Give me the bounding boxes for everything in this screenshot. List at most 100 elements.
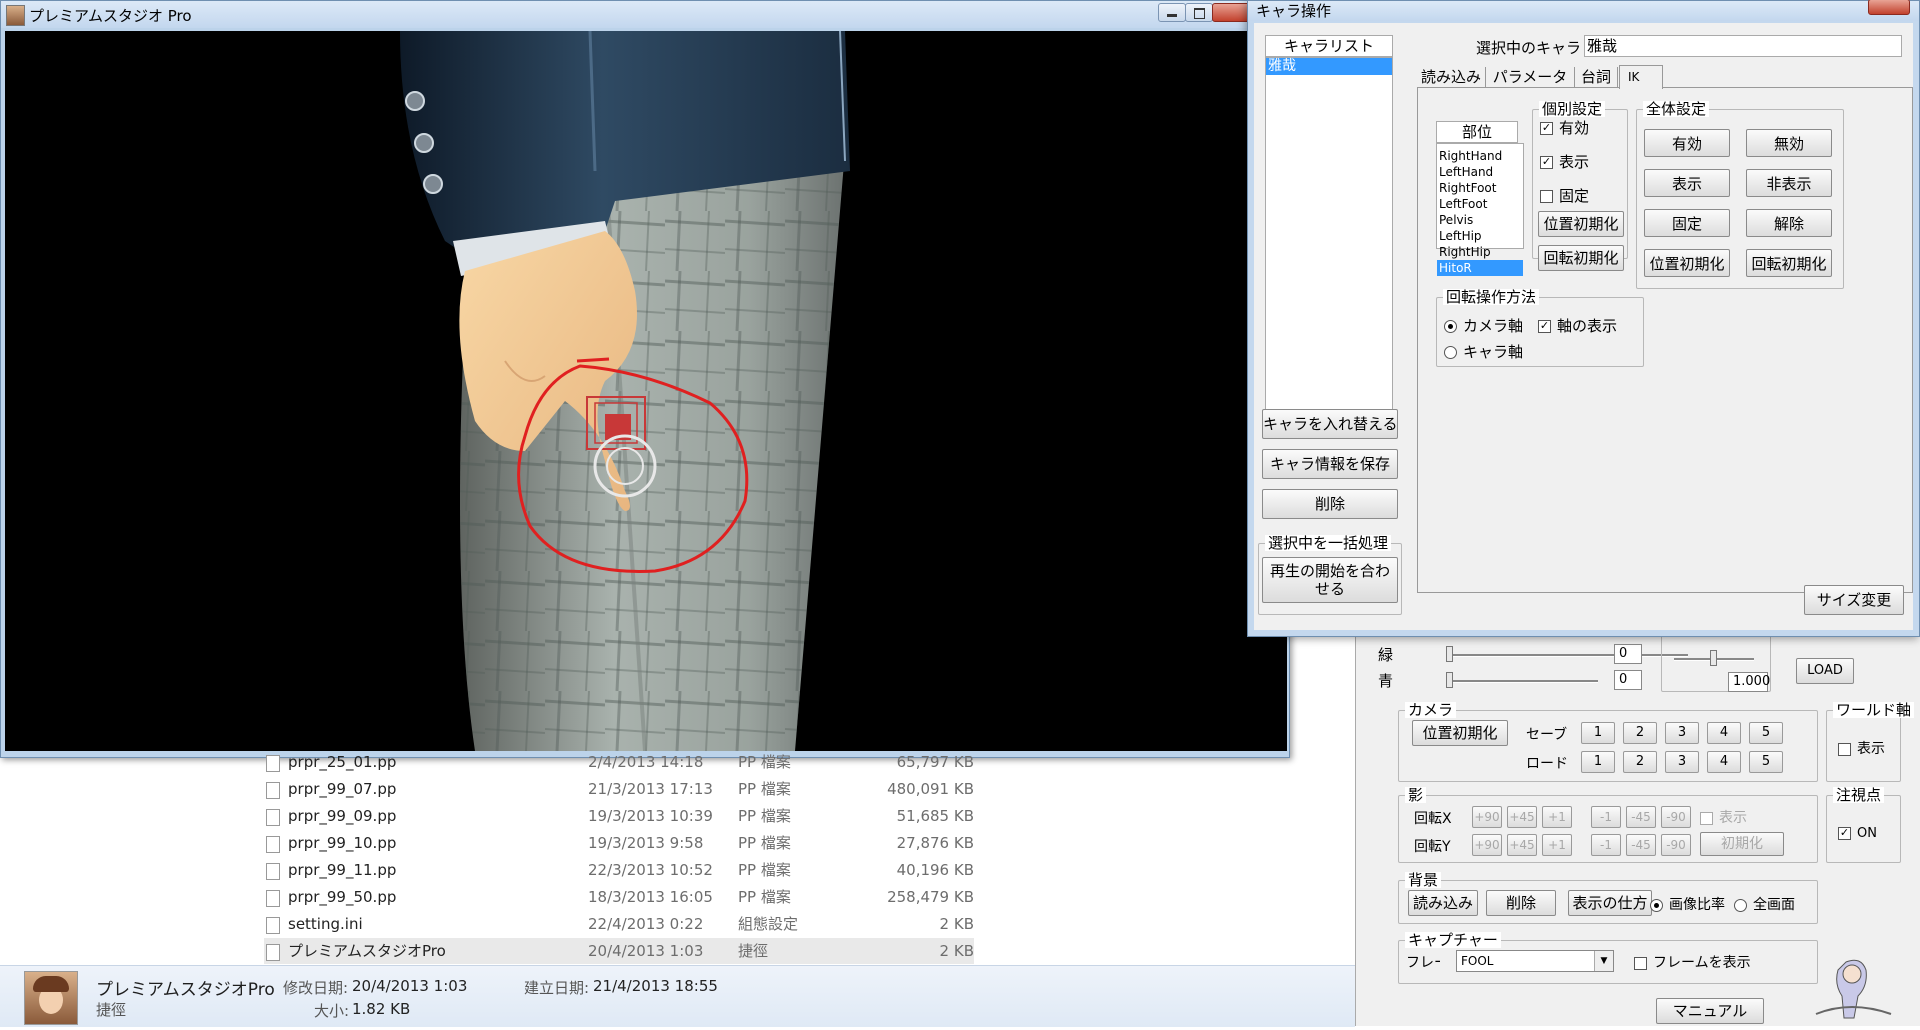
global-hide-button[interactable]: 非表示: [1746, 169, 1832, 197]
background-ratio-radio[interactable]: 画像比率: [1650, 894, 1725, 914]
resize-button[interactable]: サイズ変更: [1804, 585, 1904, 615]
camera-save-slot-button[interactable]: 2: [1623, 722, 1657, 744]
part-list-item[interactable]: RightFoot: [1437, 180, 1523, 196]
speed-value[interactable]: 1.000: [1728, 672, 1770, 692]
individual-reset-rot-button[interactable]: 回転初期化: [1538, 245, 1624, 271]
shadow-roty-step-button[interactable]: +1: [1542, 834, 1572, 856]
shadow-roty-step-button[interactable]: -45: [1626, 834, 1656, 856]
chara-window-title: キャラ操作: [1256, 2, 1332, 20]
swap-chara-button[interactable]: キャラを入れ替える: [1262, 409, 1398, 439]
camera-save-slot-button[interactable]: 4: [1707, 722, 1741, 744]
title-bar[interactable]: プレミアムスタジオ Pro: [1, 1, 1289, 28]
shadow-roty-step-button[interactable]: +45: [1507, 834, 1537, 856]
rotation-camera-radio[interactable]: カメラ軸: [1444, 315, 1523, 336]
blue-slider-thumb[interactable]: [1446, 672, 1453, 688]
shadow-show-checkbox[interactable]: 表示: [1700, 807, 1747, 827]
global-fix-button[interactable]: 固定: [1644, 209, 1730, 237]
shadow-rotx-step-button[interactable]: -1: [1591, 806, 1621, 828]
file-row[interactable]: prpr_99_50.pp 18/3/2013 16:05 PP 檔案 258,479…: [264, 884, 974, 910]
file-row[interactable]: プレミアムスタジオPro 20/4/2013 1:03 捷徑 2 KB: [264, 938, 974, 964]
blue-slider[interactable]: [1448, 680, 1598, 683]
save-chara-button[interactable]: キャラ情報を保存: [1262, 449, 1398, 479]
minimize-icon[interactable]: [1158, 3, 1186, 22]
manual-button[interactable]: マニュアル: [1656, 998, 1764, 1024]
camera-load-slot-button[interactable]: 3: [1665, 751, 1699, 773]
global-enable-button[interactable]: 有効: [1644, 129, 1730, 157]
shadow-rotx-step-button[interactable]: -45: [1626, 806, 1656, 828]
shadow-reset-button[interactable]: 初期化: [1700, 832, 1784, 856]
capture-frame-select[interactable]: FOOL ▼: [1456, 950, 1614, 972]
global-reset-pos-button[interactable]: 位置初期化: [1644, 249, 1730, 277]
file-name: prpr_99_11.pp: [288, 861, 397, 879]
part-list-item[interactable]: LeftHip: [1437, 228, 1523, 244]
shadow-roty-step-button[interactable]: -1: [1591, 834, 1621, 856]
camera-load-label: ロード: [1526, 756, 1568, 772]
global-show-button[interactable]: 表示: [1644, 169, 1730, 197]
tab-load[interactable]: 読み込み: [1417, 67, 1486, 87]
chara-list[interactable]: 雅哉: [1265, 57, 1393, 417]
camera-load-slot-button[interactable]: 5: [1749, 751, 1783, 773]
background-display-mode-button[interactable]: 表示の仕方: [1568, 890, 1652, 916]
part-list-item[interactable]: RightHip: [1437, 244, 1523, 260]
individual-display-checkbox[interactable]: ✓ 表示: [1540, 151, 1589, 172]
chara-close-icon[interactable]: [1868, 0, 1910, 15]
shadow-rotx-step-button[interactable]: +45: [1507, 806, 1537, 828]
part-list-item[interactable]: Pelvis: [1437, 212, 1523, 228]
camera-load-slot-button[interactable]: 1: [1581, 751, 1615, 773]
sync-playback-button[interactable]: 再生の開始を合わせる: [1262, 557, 1398, 603]
individual-reset-pos-button[interactable]: 位置初期化: [1538, 211, 1624, 237]
file-row[interactable]: prpr_99_09.pp 19/3/2013 10:39 PP 檔案 51,685 …: [264, 803, 974, 829]
selected-chara-field[interactable]: 雅哉: [1584, 35, 1902, 57]
individual-legend: 個別設定: [1539, 101, 1606, 117]
world-axis-checkbox[interactable]: 表示: [1838, 738, 1885, 758]
capture-show-frame-checkbox[interactable]: フレームを表示: [1634, 952, 1769, 972]
file-row[interactable]: prpr_99_10.pp 19/3/2013 9:58 PP 檔案 27,876 K…: [264, 830, 974, 856]
part-list-item[interactable]: LeftHand: [1437, 164, 1523, 180]
shadow-roty-step-button[interactable]: +90: [1472, 834, 1502, 856]
part-list-item[interactable]: RightHand: [1437, 148, 1523, 164]
camera-save-slot-button[interactable]: 3: [1665, 722, 1699, 744]
delete-chara-button[interactable]: 削除: [1262, 489, 1398, 519]
background-fullscreen-radio[interactable]: 全画面: [1734, 894, 1795, 914]
tab-ik[interactable]: IK: [1619, 65, 1663, 89]
camera-save-slot-button[interactable]: 5: [1749, 722, 1783, 744]
part-list-item[interactable]: LeftFoot: [1437, 196, 1523, 212]
gaze-on-checkbox[interactable]: ✓ ON: [1838, 826, 1877, 841]
rotation-chara-radio[interactable]: キャラ軸: [1444, 341, 1523, 362]
camera-load-slot-button[interactable]: 4: [1707, 751, 1741, 773]
camera-save-slot-button[interactable]: 1: [1581, 722, 1615, 744]
individual-fixed-checkbox[interactable]: 固定: [1540, 185, 1589, 206]
tab-parameter[interactable]: パラメータ: [1486, 67, 1575, 87]
part-list[interactable]: RightHand LeftHand RightFoot LeftFoot Pelvis…: [1436, 143, 1524, 276]
maximize-icon[interactable]: [1185, 3, 1213, 22]
shadow-rotx-step-button[interactable]: +1: [1542, 806, 1572, 828]
green-slider-thumb[interactable]: [1446, 646, 1453, 662]
green-value[interactable]: 0: [1614, 644, 1642, 664]
chevron-down-icon[interactable]: ▼: [1594, 951, 1613, 971]
global-reset-rot-button[interactable]: 回転初期化: [1746, 249, 1832, 277]
chara-title-bar[interactable]: キャラ操作: [1248, 0, 1919, 21]
background-load-button[interactable]: 読み込み: [1408, 890, 1478, 916]
camera-reset-button[interactable]: 位置初期化: [1412, 720, 1508, 746]
speed-slider-thumb[interactable]: [1710, 650, 1717, 666]
green-slider[interactable]: [1448, 654, 1688, 657]
background-delete-button[interactable]: 削除: [1486, 890, 1556, 916]
global-release-button[interactable]: 解除: [1746, 209, 1832, 237]
load-button[interactable]: LOAD: [1796, 658, 1854, 684]
individual-enabled-checkbox[interactable]: ✓ 有効: [1540, 117, 1589, 138]
part-list-item[interactable]: HitoR: [1437, 260, 1523, 276]
blue-value[interactable]: 0: [1614, 670, 1642, 690]
shadow-rotx-step-button[interactable]: -90: [1661, 806, 1691, 828]
file-row[interactable]: prpr_99_11.pp 22/3/2013 10:52 PP 檔案 40,196 …: [264, 857, 974, 883]
3d-viewport[interactable]: [5, 31, 1287, 751]
chara-list-item[interactable]: 雅哉: [1266, 58, 1392, 75]
camera-load-slot-button[interactable]: 2: [1623, 751, 1657, 773]
shadow-roty-step-button[interactable]: -90: [1661, 834, 1691, 856]
show-axis-checkbox[interactable]: ✓ 軸の表示: [1538, 315, 1617, 336]
file-row[interactable]: prpr_99_07.pp 21/3/2013 17:13 PP 檔案 480,091…: [264, 776, 974, 802]
file-row[interactable]: setting.ini 22/4/2013 0:22 組態設定 2 KB: [264, 911, 974, 937]
shadow-rotx-step-button[interactable]: +90: [1472, 806, 1502, 828]
file-row[interactable]: prpr_25_01.pp 2/4/2013 14:18 PP 檔案 65,797 K…: [264, 749, 974, 775]
global-disable-button[interactable]: 無効: [1746, 129, 1832, 157]
tab-dialogue[interactable]: 台詞: [1575, 67, 1618, 87]
